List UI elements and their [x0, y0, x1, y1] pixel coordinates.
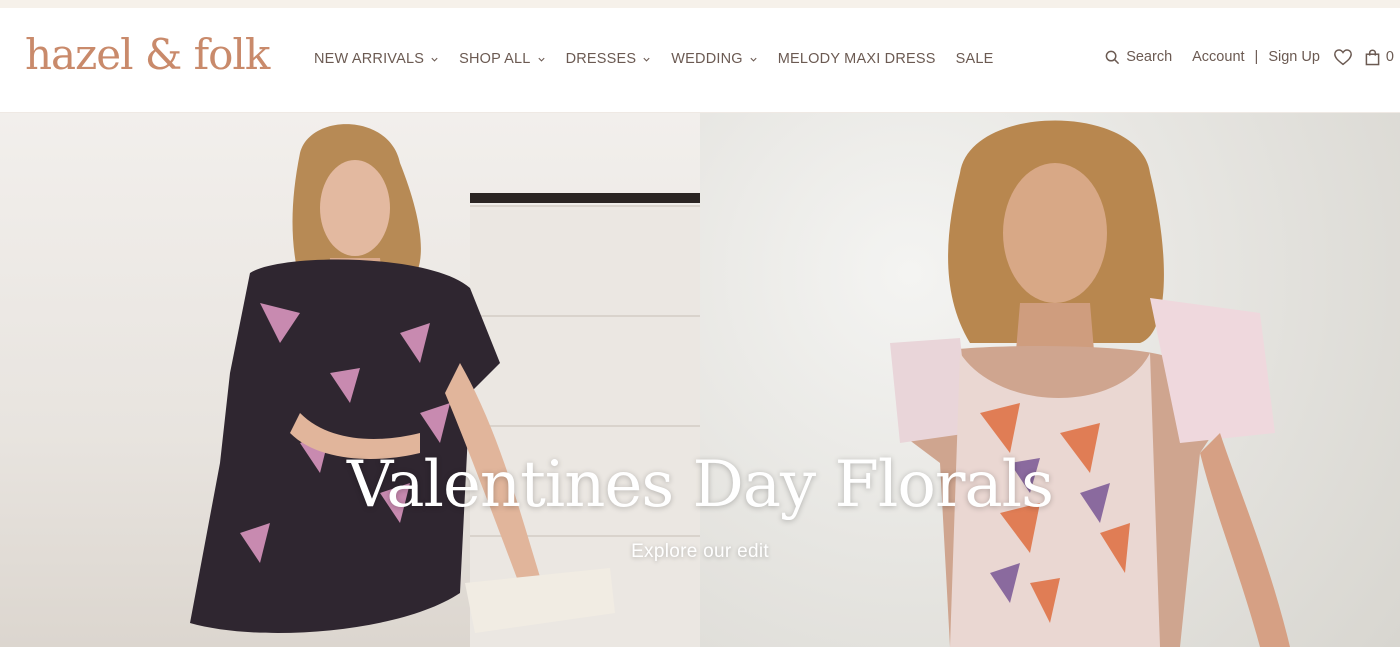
wishlist-button[interactable]: [1333, 48, 1353, 66]
nav-item-melody-maxi-dress[interactable]: MELODY MAXI DRESS: [778, 51, 936, 67]
header-actions: Search Account | Sign Up 0: [1105, 48, 1394, 66]
chevron-down-icon: [431, 57, 438, 62]
hero-image-right: [700, 113, 1400, 647]
model-dress-dark-floral: [190, 124, 615, 633]
chevron-down-icon: [643, 57, 650, 62]
hero-cta-link[interactable]: Explore our edit: [0, 541, 1400, 563]
signup-link[interactable]: Sign Up: [1268, 49, 1320, 65]
model-dress-pastel-floral: [890, 120, 1290, 647]
shopping-bag-icon: [1365, 48, 1380, 65]
nav-item-wedding[interactable]: WEDDING: [671, 51, 757, 67]
chevron-down-icon: [537, 57, 545, 62]
hero-image-left: [0, 113, 700, 647]
announcement-bar: [0, 0, 1400, 8]
site-header: hazel & folk NEW ARRIVALS SHOP ALL DRESS…: [0, 8, 1400, 113]
nav-item-label: SHOP ALL: [459, 51, 531, 67]
nav-item-dresses[interactable]: DRESSES: [566, 51, 652, 67]
nav-item-new-arrivals[interactable]: NEW ARRIVALS: [314, 51, 439, 67]
nav-item-label: SALE: [955, 51, 994, 67]
search-button[interactable]: Search: [1105, 49, 1172, 65]
search-label: Search: [1126, 49, 1173, 65]
nav-item-label: DRESSES: [565, 51, 637, 67]
nav-item-label: MELODY MAXI DRESS: [777, 51, 936, 67]
cart-button[interactable]: 0: [1365, 48, 1394, 66]
nav-item-shop-all[interactable]: SHOP ALL: [459, 51, 545, 67]
nav-item-sale[interactable]: SALE: [956, 51, 994, 67]
nav-item-label: NEW ARRIVALS: [314, 51, 425, 67]
cart-count: 0: [1385, 49, 1394, 65]
chevron-down-icon: [750, 57, 757, 62]
account-link[interactable]: Account: [1192, 49, 1244, 65]
hero-banner[interactable]: Valentines Day Florals Explore our edit: [0, 113, 1400, 647]
brand-logo[interactable]: hazel & folk: [25, 34, 270, 76]
hero-title: Valentines Day Florals: [347, 448, 1054, 522]
nav-item-label: WEDDING: [671, 51, 743, 67]
account-divider: |: [1254, 49, 1259, 65]
heart-icon: [1334, 49, 1352, 66]
main-nav: NEW ARRIVALS SHOP ALL DRESSES WEDDING ME…: [314, 51, 1014, 67]
search-icon: [1105, 50, 1120, 64]
